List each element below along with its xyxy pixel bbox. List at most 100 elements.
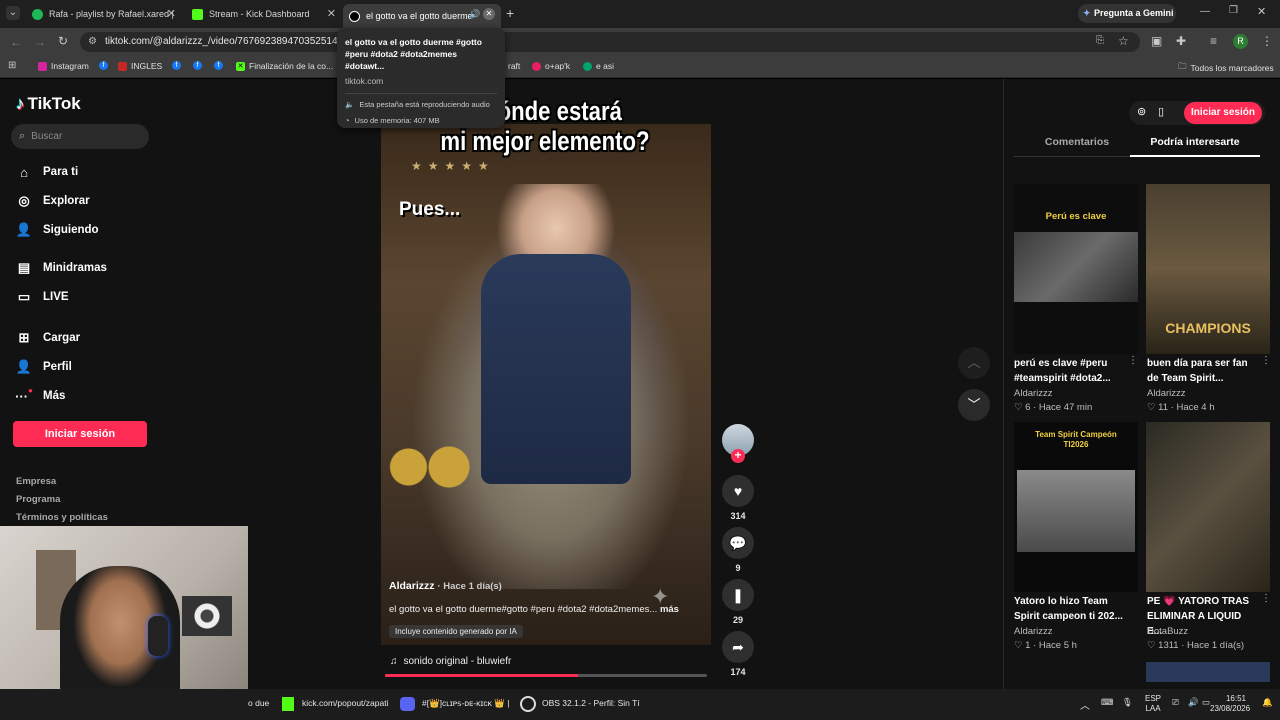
- more-options-icon[interactable]: ⋮: [1261, 593, 1271, 604]
- close-tab-icon[interactable]: ✕: [483, 8, 495, 20]
- bookmark-facebook[interactable]: f: [99, 61, 112, 70]
- card-author[interactable]: Aldarizzz: [1147, 388, 1186, 399]
- card-title[interactable]: Yatoro lo hizo Team Spirit campeon ti 20…: [1014, 594, 1134, 624]
- clock[interactable]: 16:51 23/08/2026: [1210, 694, 1250, 714]
- card-author[interactable]: Aldarizzz: [1014, 388, 1053, 399]
- close-window-icon[interactable]: ✕: [1257, 5, 1266, 18]
- search-box[interactable]: ⌕ Buscar: [11, 124, 149, 149]
- tab-search-icon[interactable]: ⌄: [6, 6, 20, 20]
- more-options-icon[interactable]: ⋮: [1261, 355, 1271, 366]
- bookmark-star-icon[interactable]: ☆: [1118, 34, 1129, 48]
- footer-empresa[interactable]: Empresa: [16, 476, 56, 487]
- nav-label: Perfil: [43, 361, 72, 373]
- tray-app-icon[interactable]: ⌨: [1101, 697, 1113, 708]
- video-thumbnail[interactable]: CHAMPIONS: [1146, 184, 1270, 354]
- footer-terminos[interactable]: Términos y políticas: [16, 512, 108, 523]
- search-input[interactable]: Buscar: [31, 131, 62, 142]
- coin-icon[interactable]: ⊚: [1137, 105, 1146, 118]
- video-player[interactable]: ★★★★★ Pues... Aldarizzz · Hace 1 día(s) …: [381, 124, 711, 645]
- volume-icon[interactable]: 🔊: [1188, 697, 1199, 708]
- battery-icon[interactable]: ▭: [1202, 697, 1210, 708]
- notifications-icon[interactable]: 🔔: [1262, 697, 1273, 708]
- like-button[interactable]: ♥: [722, 475, 754, 507]
- nav-minidramas[interactable]: ▤ Minidramas: [16, 260, 107, 276]
- puzzle-icon[interactable]: ✚: [1176, 34, 1186, 48]
- video-author[interactable]: Aldarizzz: [389, 580, 435, 592]
- nav-siguiendo[interactable]: 👤 Siguiendo: [16, 222, 99, 238]
- card-title[interactable]: buen día para ser fan de Team Spirit...: [1147, 356, 1259, 386]
- sound-info[interactable]: ♫ sonido original - bluwiefr: [390, 656, 511, 667]
- next-video-button[interactable]: ﹀: [958, 389, 990, 421]
- suit-image: [481, 254, 631, 484]
- bookmark-ingles[interactable]: INGLES: [118, 61, 162, 71]
- comment-button[interactable]: 💬: [722, 527, 754, 559]
- more-options-icon[interactable]: ⋮: [1128, 355, 1138, 366]
- tab-spotify[interactable]: Rafa - playlist by Rafael.xared | ✕: [26, 4, 180, 24]
- tiktok-logo[interactable]: ♪ TikTok: [16, 94, 81, 114]
- bookmark-raft[interactable]: raft: [508, 61, 520, 71]
- minimize-icon[interactable]: —: [1200, 6, 1210, 17]
- tab-tiktok[interactable]: el gotto va el gotto duerme 🔊 ✕: [343, 4, 501, 28]
- close-tab-icon[interactable]: ✕: [327, 7, 336, 20]
- video-thumbnail[interactable]: [1146, 662, 1270, 682]
- bookmark-facebook[interactable]: f: [172, 61, 185, 70]
- bookmark-easi[interactable]: e asi: [583, 61, 614, 71]
- header-login-button[interactable]: Iniciar sesión: [1184, 102, 1262, 124]
- tray-chevron-icon[interactable]: ︿: [1080, 697, 1090, 712]
- network-icon[interactable]: ⎚: [1172, 697, 1179, 708]
- new-tab-icon[interactable]: +: [506, 5, 514, 21]
- install-app-icon[interactable]: ⎘: [1096, 35, 1104, 46]
- bookmark-facebook[interactable]: f: [214, 61, 227, 70]
- video-thumbnail[interactable]: Perú es clave: [1014, 184, 1138, 354]
- language-indicator[interactable]: ESP LAA: [1145, 694, 1161, 714]
- bookmark-label: Todos los marcadores: [1190, 63, 1274, 73]
- bookmark-facebook[interactable]: f: [193, 61, 206, 70]
- speaker-icon[interactable]: 🔊: [469, 9, 480, 20]
- taskbar-item[interactable]: OBS 32.1.2 - Perfil: Sin Tí: [542, 698, 640, 708]
- gemini-button[interactable]: ✦ Pregunta a Gemini: [1078, 4, 1176, 23]
- nav-explorar[interactable]: ◎ Explorar: [16, 193, 89, 209]
- media-icon[interactable]: ≡: [1210, 34, 1217, 48]
- all-bookmarks[interactable]: 🗀 Todos los marcadores: [1178, 61, 1274, 75]
- nav-perfil[interactable]: 👤 Perfil: [16, 359, 72, 375]
- tab-comentarios[interactable]: Comentarios: [1014, 136, 1140, 148]
- share-button[interactable]: ➦: [722, 631, 754, 663]
- card-author[interactable]: DotaBuzz: [1147, 626, 1188, 637]
- taskbar-item[interactable]: #[👑]ᴄʟɪᴘꜱ-ᴅᴇ-ᴋɪᴄᴋ 👑 |: [422, 698, 509, 709]
- phone-icon[interactable]: ▯: [1158, 105, 1164, 118]
- video-progress-bar[interactable]: [385, 674, 707, 677]
- footer-programa[interactable]: Programa: [16, 494, 60, 505]
- nav-para-ti[interactable]: ⌂ Para ti: [16, 164, 78, 180]
- nav-live[interactable]: ▭ LIVE: [16, 289, 69, 305]
- menu-icon[interactable]: ⋮: [1261, 34, 1273, 48]
- login-button[interactable]: Iniciar sesión: [13, 421, 147, 447]
- bookmark-finalizacion[interactable]: ✕ Finalización de la co...: [236, 61, 333, 71]
- card-author[interactable]: Aldarizzz: [1014, 626, 1053, 637]
- tab-kick[interactable]: Stream - Kick Dashboard ✕: [186, 4, 340, 24]
- forward-icon[interactable]: →: [34, 35, 46, 49]
- video-thumbnail[interactable]: Team Spirit Campeón TI2026: [1014, 422, 1138, 592]
- follow-plus-icon[interactable]: +: [731, 449, 745, 463]
- extension-icon[interactable]: ▣: [1151, 34, 1162, 48]
- back-icon[interactable]: ←: [10, 35, 22, 49]
- previous-video-button[interactable]: ︿: [958, 347, 990, 379]
- save-button[interactable]: ❚: [722, 579, 754, 611]
- close-tab-icon[interactable]: ✕: [167, 7, 176, 20]
- nav-cargar[interactable]: ⊞ Cargar: [16, 330, 81, 346]
- site-info-icon[interactable]: ⚙: [88, 32, 97, 52]
- bookmark-label: raft: [508, 61, 521, 71]
- microphone-icon[interactable]: 🎙: [1122, 697, 1133, 708]
- bookmark-instagram[interactable]: Instagram: [38, 61, 89, 71]
- reload-icon[interactable]: ↻: [58, 34, 68, 48]
- card-title[interactable]: perú es clave #peru #teamspirit #dota2..…: [1014, 356, 1134, 386]
- maximize-icon[interactable]: ❐: [1229, 5, 1238, 16]
- nav-mas[interactable]: ··· ● Más: [15, 386, 65, 404]
- taskbar-item[interactable]: kick.com/popout/zapati: [302, 698, 388, 708]
- profile-avatar[interactable]: R: [1233, 34, 1248, 49]
- video-thumbnail[interactable]: [1146, 422, 1270, 592]
- taskbar-item[interactable]: o due: [248, 698, 269, 708]
- bookmark-oapk[interactable]: o+ap'k: [532, 61, 570, 71]
- address-bar[interactable]: ⚙ tiktok.com/@aldarizzz_/video/767692389…: [80, 32, 1140, 52]
- tab-podria-interesarte[interactable]: Podría interesarte: [1130, 136, 1260, 148]
- apps-icon[interactable]: ⊞: [8, 60, 16, 71]
